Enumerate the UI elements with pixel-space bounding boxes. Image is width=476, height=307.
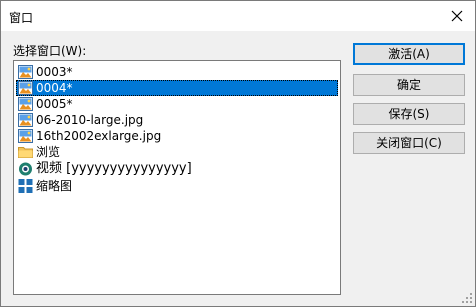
list-item[interactable]: 06-2010-large.jpg	[16, 112, 338, 128]
list-item[interactable]: 0005*	[16, 96, 338, 112]
list-item[interactable]: 16th2002exlarge.jpg	[16, 128, 338, 144]
thumbnails-icon	[18, 179, 33, 193]
window-dialog: 窗口 选择窗口(W): 0003* 0004* 0005* 06-2010-la…	[0, 0, 476, 307]
image-icon	[18, 65, 33, 79]
image-icon	[18, 97, 33, 111]
image-icon	[18, 113, 33, 127]
image-icon	[18, 129, 33, 143]
activate-button[interactable]: 激活(A)	[353, 43, 465, 65]
title-bar[interactable]: 窗口	[1, 1, 475, 31]
resize-grip-icon[interactable]	[461, 292, 473, 304]
close-button[interactable]	[447, 6, 467, 26]
list-item-label: 0003*	[36, 65, 73, 79]
ok-button[interactable]: 确定	[353, 74, 465, 96]
list-item[interactable]: 0003*	[16, 64, 338, 80]
list-item-label: 06-2010-large.jpg	[36, 113, 144, 127]
list-item-label: 视频 [yyyyyyyyyyyyyyy]	[36, 161, 192, 176]
list-item-label: 0004*	[36, 81, 73, 95]
list-item-label: 0005*	[36, 97, 73, 111]
save-button[interactable]: 保存(S)	[353, 103, 465, 125]
video-icon	[19, 162, 32, 176]
list-item-label: 浏览	[36, 145, 61, 159]
list-item-label: 缩略图	[36, 179, 73, 193]
close-window-button[interactable]: 关闭窗口(C)	[353, 132, 465, 154]
close-icon	[451, 10, 463, 22]
window-title: 窗口	[9, 11, 34, 25]
list-item-label: 16th2002exlarge.jpg	[36, 129, 162, 143]
image-icon	[18, 81, 33, 95]
folder-icon	[18, 147, 33, 158]
list-item-video[interactable]: 视频 [yyyyyyyyyyyyyyy]	[16, 160, 338, 178]
list-item-thumbnails[interactable]: 缩略图	[16, 178, 338, 194]
window-list-label: 选择窗口(W):	[13, 44, 87, 58]
list-item-browse[interactable]: 浏览	[16, 144, 338, 160]
list-item-selected[interactable]: 0004*	[16, 80, 338, 96]
window-listbox[interactable]: 0003* 0004* 0005* 06-2010-large.jpg 16th…	[13, 60, 341, 295]
